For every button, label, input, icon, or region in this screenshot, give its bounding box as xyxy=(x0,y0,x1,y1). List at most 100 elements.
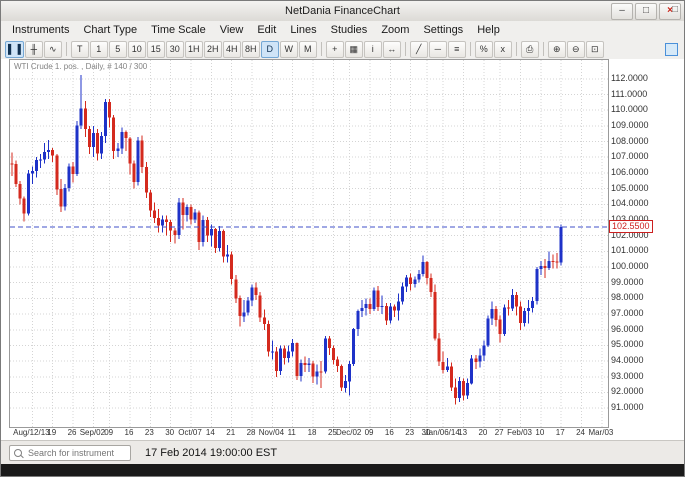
price-label: 102.5500 xyxy=(609,220,653,234)
x-axis-label: 17 xyxy=(555,428,565,437)
search-input[interactable] xyxy=(26,447,126,459)
menu-item-zoom[interactable]: Zoom xyxy=(374,21,416,39)
x-axis-label: Mar/03 xyxy=(588,428,614,437)
x-axis-label: 23 xyxy=(144,428,154,437)
menu-bar: Instruments Chart Type Time Scale View Edit L… xyxy=(1,21,684,39)
chart-panel-icon[interactable] xyxy=(665,43,678,56)
y-axis-label: 110.0000 xyxy=(611,104,648,115)
x-axis-label: Aug/12/13 xyxy=(13,428,50,437)
fibonacci-icon[interactable]: ≡ xyxy=(447,40,466,58)
menu-item-time-scale[interactable]: Time Scale xyxy=(144,21,213,39)
menu-item-edit[interactable]: Edit xyxy=(250,21,283,39)
toolbar-separator xyxy=(404,42,406,56)
x-axis-label: 26 xyxy=(67,428,77,437)
y-axis-label: 111.0000 xyxy=(611,88,648,99)
y-axis-label: 109.0000 xyxy=(611,119,649,130)
instrument-label: WTI Crude 1. pos. , Daily, # 140 / 300 xyxy=(14,62,148,71)
y-axis-label: 92.0000 xyxy=(611,386,644,397)
title-bar[interactable]: NetDania FinanceChart – □ × xyxy=(1,1,684,22)
interval-monthly-button[interactable]: M xyxy=(298,40,317,58)
menu-item-instruments[interactable]: Instruments xyxy=(5,21,76,39)
pan-icon[interactable]: ↔ xyxy=(382,40,401,58)
maximize-button[interactable]: □ xyxy=(635,3,657,20)
interval-tick-button[interactable]: T xyxy=(70,40,89,58)
print-icon[interactable]: ⎙ xyxy=(520,40,539,58)
grid-icon[interactable]: ▦ xyxy=(344,40,363,58)
window-controls: – □ × xyxy=(611,3,681,20)
search-box[interactable] xyxy=(9,445,131,461)
interval-weekly-button[interactable]: W xyxy=(279,40,298,58)
y-axis[interactable]: 112.0000 111.0000 110.0000 109.0000 108.0000… xyxy=(611,59,684,429)
interval-1m-button[interactable]: 1 xyxy=(89,40,108,58)
y-axis-label: 106.0000 xyxy=(611,166,649,177)
price-chart[interactable] xyxy=(9,59,609,428)
interval-5m-button[interactable]: 5 xyxy=(108,40,127,58)
crosshair-icon[interactable]: + xyxy=(325,40,344,58)
candlestick-chart-icon[interactable]: ▌▐ xyxy=(5,40,24,58)
x-axis-label: Sep/02 xyxy=(79,428,106,437)
y-axis-label: 94.0000 xyxy=(611,355,644,366)
info-icon[interactable]: i xyxy=(363,40,382,58)
x-axis-label: Dec/02 xyxy=(335,428,362,437)
y-axis-label: 91.0000 xyxy=(611,402,644,413)
x-axis-label: 16 xyxy=(124,428,134,437)
percent-scale-icon[interactable]: % xyxy=(474,40,493,58)
bar-chart-icon[interactable]: ╫ xyxy=(24,40,43,58)
app-window: NetDania FinanceChart – □ × Instruments C… xyxy=(0,0,685,477)
x-axis-label: Nov/04 xyxy=(258,428,285,437)
interval-2h-button[interactable]: 2H xyxy=(203,40,222,58)
trendline-icon[interactable]: ╱ xyxy=(409,40,428,58)
y-axis-label: 99.0000 xyxy=(611,276,644,287)
zoom-out-icon[interactable]: ⊖ xyxy=(566,40,585,58)
window-title: NetDania FinanceChart xyxy=(285,5,400,17)
menu-item-view[interactable]: View xyxy=(213,21,251,39)
status-timestamp: 17 Feb 2014 19:00:00 EST xyxy=(145,447,278,459)
menu-item-lines[interactable]: Lines xyxy=(283,21,323,39)
y-axis-label: 93.0000 xyxy=(611,370,644,381)
x-axis-label: 21 xyxy=(226,428,236,437)
zoom-select-icon[interactable]: ⊡ xyxy=(585,40,604,58)
interval-4h-button[interactable]: 4H xyxy=(222,40,241,58)
interval-10m-button[interactable]: 10 xyxy=(127,40,146,58)
x-axis-label: 27 xyxy=(494,428,504,437)
line-chart-icon[interactable]: ∿ xyxy=(43,40,62,58)
toolbar: ▌▐ ╫ ∿ T 1 5 10 15 30 1H 2H 4H 8H D W M + ▦ i ↔ ╱ ─ ≡% x ⎙ ⊕ ⊖ ⊡ xyxy=(1,39,684,59)
interval-8h-button[interactable]: 8H xyxy=(241,40,260,58)
x-axis-label: 18 xyxy=(307,428,317,437)
x-axis-label: 24 xyxy=(576,428,585,437)
horizontal-line-icon[interactable]: ─ xyxy=(428,40,447,58)
x-axis-label: 10 xyxy=(535,428,545,437)
x-axis-label: 28 xyxy=(246,428,256,437)
toolbar-separator xyxy=(320,42,322,56)
x-axis-label: 20 xyxy=(478,428,488,437)
menu-item-help[interactable]: Help xyxy=(470,21,507,39)
x-axis-label: 30 xyxy=(165,428,175,437)
y-axis-label: 108.0000 xyxy=(611,135,649,146)
y-axis-label: 107.0000 xyxy=(611,151,649,162)
interval-daily-button[interactable]: D xyxy=(260,40,279,58)
interval-1h-button[interactable]: 1H xyxy=(184,40,203,58)
menu-item-studies[interactable]: Studies xyxy=(324,21,375,39)
y-axis-label: 101.0000 xyxy=(611,245,649,256)
clear-drawings-icon[interactable]: x xyxy=(493,40,512,58)
toolbar-separator xyxy=(65,42,67,56)
interval-15m-button[interactable]: 15 xyxy=(146,40,165,58)
minimize-button[interactable]: – xyxy=(611,3,633,20)
menu-item-chart-type[interactable]: Chart Type xyxy=(76,21,144,39)
y-axis-label: 95.0000 xyxy=(611,339,644,350)
y-axis-label: 97.0000 xyxy=(611,308,644,319)
bottom-strip xyxy=(1,464,684,476)
y-axis-label: 100.0000 xyxy=(611,261,649,272)
chart-area: WTI Crude 1. pos. , Daily, # 140 / 300 1… xyxy=(1,59,684,440)
menu-item-settings[interactable]: Settings xyxy=(416,21,470,39)
x-axis[interactable]: Aug/12/13 19 26 Sep/02 09 16 23 30 Oct/07 14 21 28 N… xyxy=(9,428,613,440)
x-axis-label: 11 xyxy=(287,428,296,437)
x-axis-label: 09 xyxy=(104,428,114,437)
restore-panel-icon[interactable]: □ xyxy=(672,4,678,15)
toolbar-separator xyxy=(515,42,517,56)
y-axis-label: 96.0000 xyxy=(611,323,644,334)
interval-30m-button[interactable]: 30 xyxy=(165,40,184,58)
zoom-in-icon[interactable]: ⊕ xyxy=(547,40,566,58)
x-axis-label: 23 xyxy=(405,428,415,437)
x-axis-label: 16 xyxy=(384,428,394,437)
